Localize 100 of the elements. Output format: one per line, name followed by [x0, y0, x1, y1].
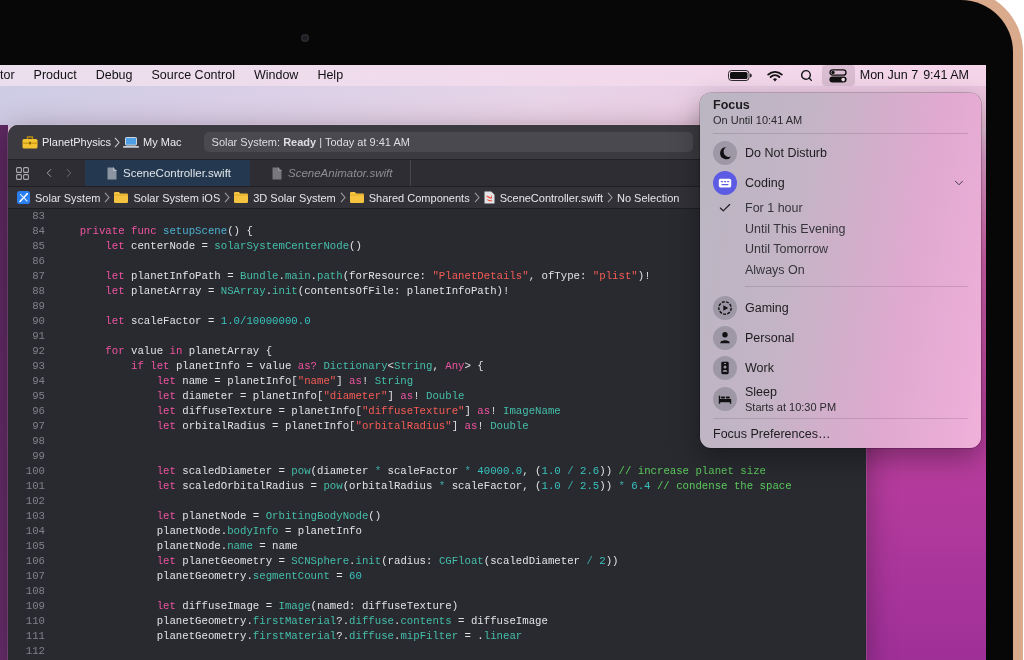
focus-mode-item[interactable]: Coding	[713, 168, 968, 198]
code-line: let scaleFactor = 1.0/10000000.0	[105, 314, 311, 329]
destination-button[interactable]: My Mac	[123, 136, 182, 148]
line-number: 89	[31, 299, 45, 314]
toggles-icon	[829, 68, 848, 83]
menu-title: Focus	[713, 99, 751, 112]
line-number: 109	[24, 599, 45, 614]
focus-mode-item[interactable]: Work	[713, 353, 968, 383]
tools-icon	[17, 191, 30, 204]
camera-icon	[301, 34, 309, 42]
line-number: 110	[24, 614, 45, 629]
chevron-icon	[607, 192, 613, 203]
line-number: 102	[24, 494, 45, 509]
chevron-icon	[114, 136, 121, 148]
line-number: 85	[31, 239, 45, 254]
code-line: let orbitalRadius = planetInfo["orbitalRadius"] as! Double	[156, 419, 529, 434]
code-line: let planetInfoPath = Bundle.main.path(forResource: "PlanetDetails", ofType: "plist")!	[105, 269, 651, 284]
editor-tab[interactable]: SceneAnimator.swift	[250, 160, 411, 186]
code-line: let planetGeometry = SCNSphere.init(radius: CGFloat(scaledDiameter / 2))	[156, 554, 619, 569]
folder-icon	[349, 192, 364, 203]
swift-file-icon	[483, 191, 495, 204]
code-line: let scaledDiameter = pow(diameter * scaleFactor * 40000.0, (1.0 / 2.6)) // increase planet size	[156, 464, 766, 479]
code-line: let scaledOrbitalRadius = pow(orbitalRadius * scaleFactor, (1.0 / 2.5)) * 6.4 // condense the space	[156, 479, 792, 494]
code-line: let name = planetInfo["name"] as! String	[156, 374, 414, 389]
wifi-icon[interactable]	[766, 69, 783, 82]
folder-icon	[114, 192, 129, 203]
focus-mode-item[interactable]: Gaming	[713, 293, 968, 323]
code-line: planetNode.name = name	[156, 539, 298, 554]
menu-item[interactable]: Source Control	[151, 65, 235, 86]
line-number: 112	[24, 644, 45, 659]
line-number: 94	[31, 374, 45, 389]
breadcrumb-item[interactable]: No Selection	[617, 191, 680, 204]
code-line: if let planetInfo = value as? Dictionary<String, Any> {	[130, 359, 484, 374]
code-line: planetGeometry.firstMaterial?.diffuse.contents = diffuseImage	[156, 614, 548, 629]
chevron-icon	[224, 192, 231, 203]
line-number: 106	[24, 554, 45, 569]
duration-option[interactable]: Always On	[713, 259, 968, 280]
line-number: 100	[24, 464, 45, 479]
code-line: private func setupScene() {	[79, 224, 253, 239]
line-number: 93	[31, 359, 45, 374]
line-number: 105	[24, 539, 45, 554]
line-number: 88	[31, 284, 45, 299]
line-number: 86	[31, 254, 45, 269]
toolbox-icon	[22, 135, 38, 149]
code-line: let diameter = planetInfo["diameter"] as! Double	[156, 389, 465, 404]
laptop-icon	[123, 136, 140, 148]
breadcrumb-item[interactable]: Shared Components	[349, 191, 470, 204]
code-line: let planetNode = OrbitingBodyNode()	[156, 509, 382, 524]
line-number: 95	[31, 389, 45, 404]
menu-item[interactable]: Help	[317, 65, 344, 86]
code-line: let diffuseImage = Image(named: diffuseTexture)	[156, 599, 459, 614]
line-number: 103	[24, 509, 45, 524]
line-number: 99	[31, 449, 45, 464]
line-number: 83	[31, 209, 45, 224]
menu-subtitle: On Until 10:41 AM	[713, 113, 804, 127]
line-number: 84	[31, 224, 45, 239]
line-number: 101	[24, 479, 45, 494]
focus-mode-item[interactable]: Sleep Starts at 10:30 PM	[713, 383, 968, 415]
focus-mode-item[interactable]: Personal	[713, 323, 968, 353]
chevron-icon	[104, 192, 111, 203]
breadcrumb-item[interactable]: 3D Solar System	[234, 191, 336, 204]
document-icon	[272, 166, 282, 180]
menu-bar-date[interactable]: Mon Jun 7	[859, 65, 919, 86]
line-number: 108	[24, 584, 45, 599]
line-number: 98	[31, 434, 45, 449]
scheme-button[interactable]: PlanetPhysics	[22, 135, 112, 149]
line-number: 97	[31, 419, 45, 434]
grid-icon	[15, 166, 29, 180]
code-line: planetGeometry.firstMaterial?.diffuse.mipFilter = .linear	[156, 629, 523, 644]
focus-mode-item[interactable]: Do Not Disturb	[713, 138, 968, 168]
code-line: planetNode.bodyInfo = planetInfo	[156, 524, 362, 539]
menu-item[interactable]: Product	[33, 65, 77, 86]
toggles-button[interactable]	[821, 65, 855, 86]
breadcrumb-item[interactable]: SceneController.swift	[483, 191, 603, 204]
menu-item[interactable]: tor	[0, 65, 15, 86]
code-line: let planetArray = NSArray.init(contentsOfFile: planetInfoPath)!	[105, 284, 510, 299]
duration-option[interactable]: Until This Evening	[713, 218, 968, 239]
line-number: 87	[31, 269, 45, 284]
line-number: 104	[24, 524, 45, 539]
breadcrumb-item[interactable]: Solar System iOS	[114, 191, 221, 204]
battery-icon[interactable]	[727, 70, 752, 81]
menu-item[interactable]: Debug	[95, 65, 133, 86]
duration-option[interactable]: For 1 hour	[713, 198, 968, 219]
line-number: 90	[31, 314, 45, 329]
search-icon[interactable]	[799, 69, 813, 82]
code-line: let centerNode = solarSystemCenterNode()	[105, 239, 362, 254]
line-number: 111	[24, 629, 45, 644]
code-line: for value in planetArray {	[105, 344, 273, 359]
activity-status: Solar System: Ready | Today at 9:41 AM	[203, 132, 693, 152]
chevron-icon	[339, 192, 346, 203]
editor-tab[interactable]: SceneController.swift	[85, 160, 250, 186]
duration-option[interactable]: Until Tomorrow	[713, 239, 968, 260]
breadcrumb-item[interactable]: Solar System	[17, 191, 101, 204]
menu-item[interactable]: Window	[253, 65, 299, 86]
line-number: 107	[24, 569, 45, 584]
menu-bar-clock[interactable]: 9:41 AM	[923, 65, 969, 86]
preferences-menu-item[interactable]: Focus Preferences…	[713, 425, 968, 443]
chevron-icon	[473, 192, 480, 203]
code-line: let diffuseTexture = planetInfo["diffuseTexture"] as! ImageName	[156, 404, 561, 419]
line-number: 96	[31, 404, 45, 419]
